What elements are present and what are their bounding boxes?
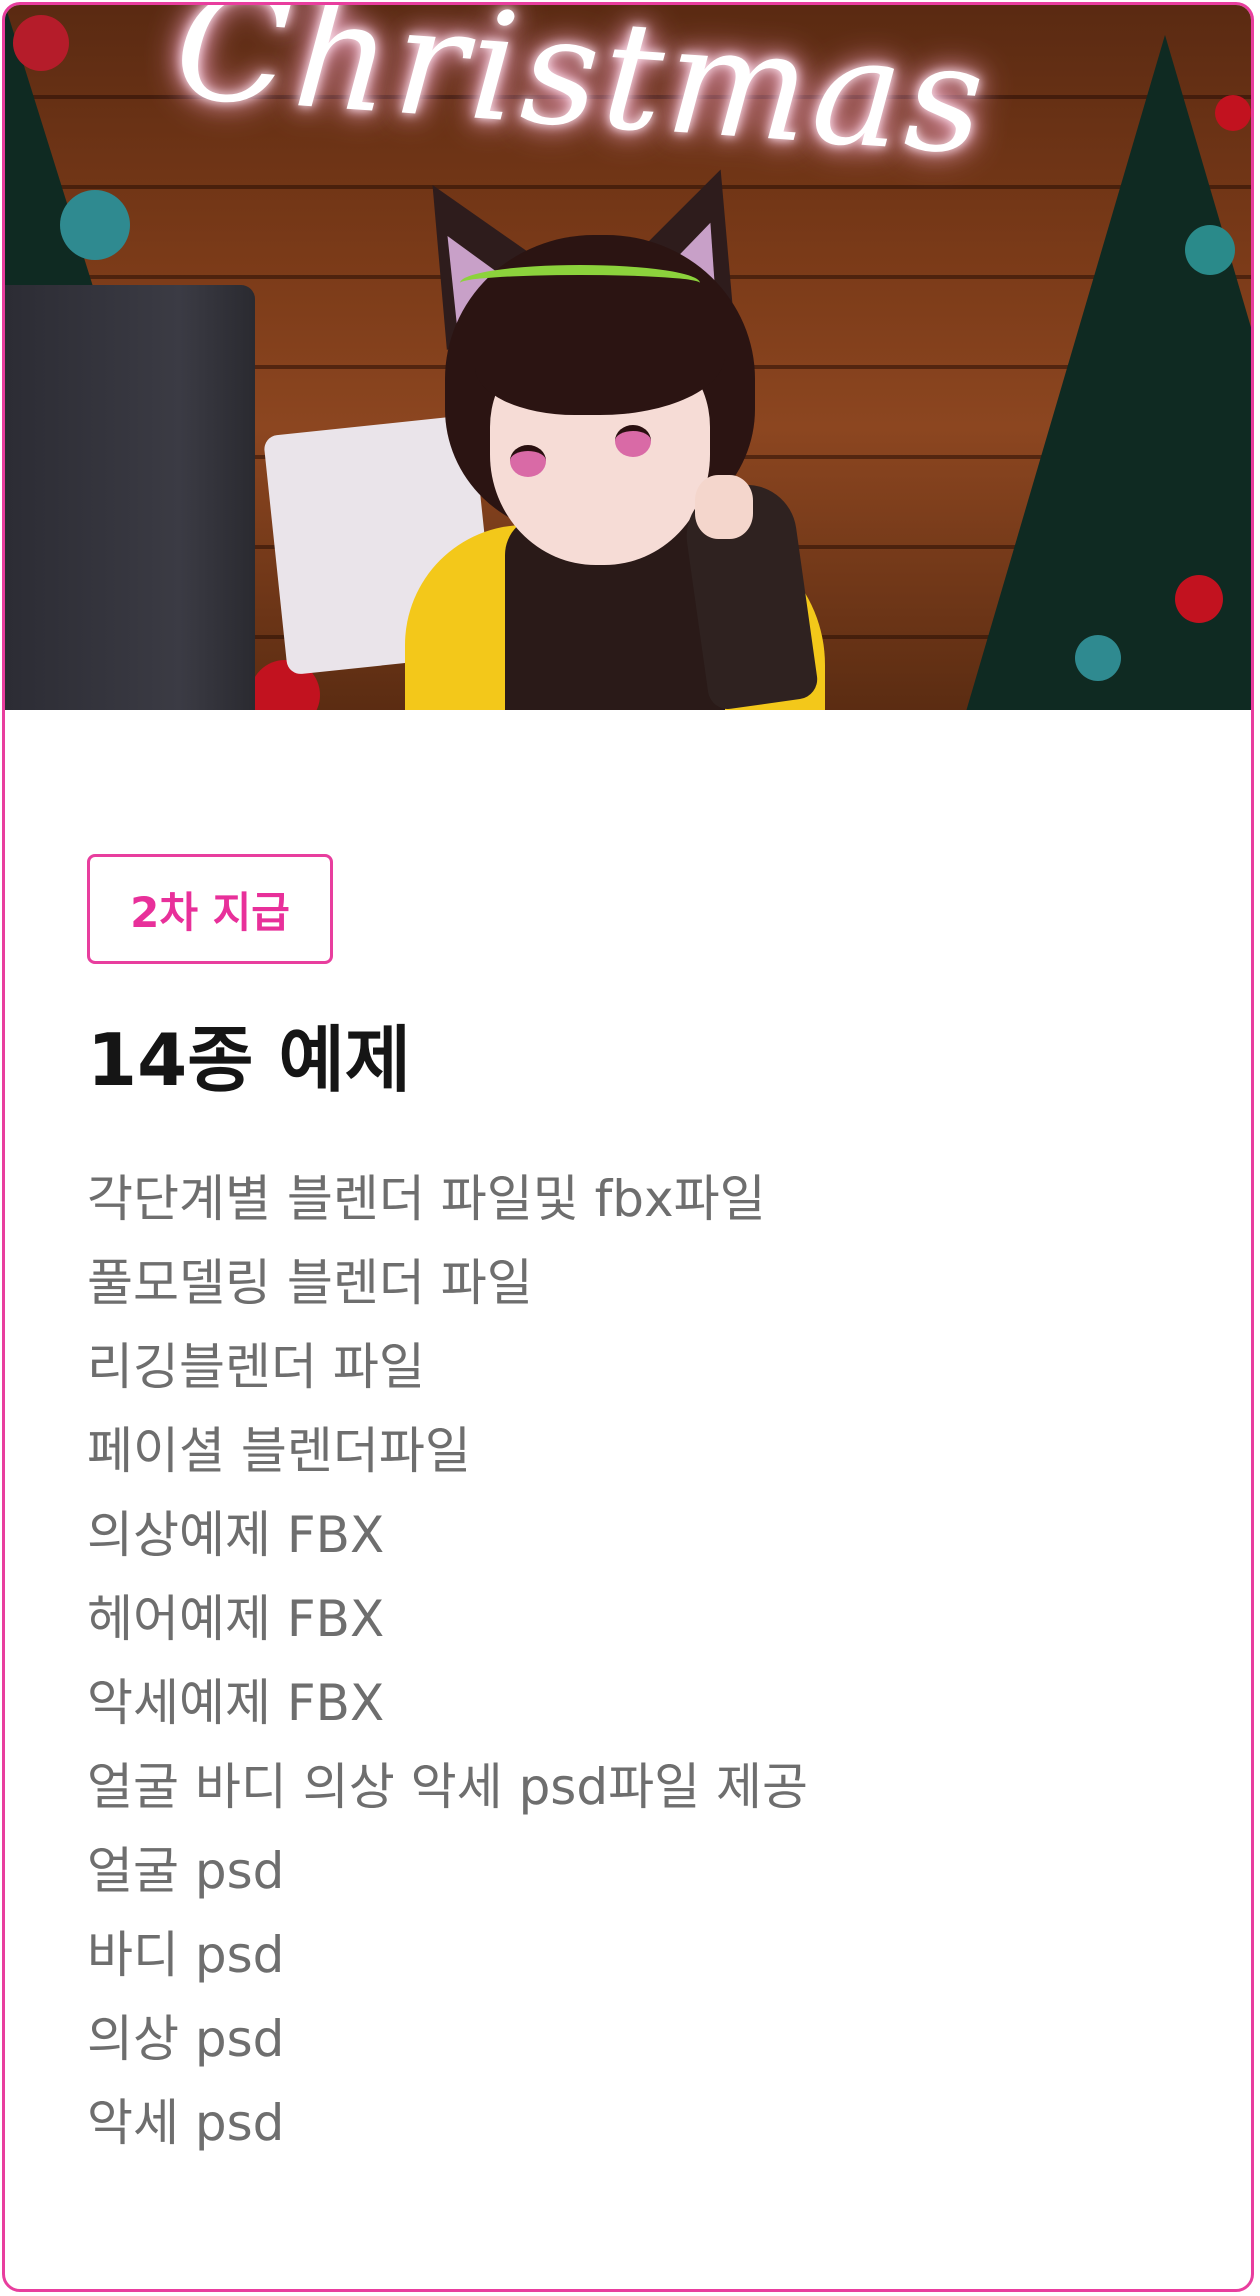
ornament-icon xyxy=(1215,95,1251,131)
list-item: 의상예제 FBX xyxy=(87,1506,385,1564)
hero-image: Christmas xyxy=(5,5,1251,710)
ornament-icon xyxy=(13,15,69,71)
list-item: 얼굴 psd xyxy=(87,1842,285,1900)
ornament-icon xyxy=(1075,635,1121,681)
list-item: 페이셜 블렌더파일 xyxy=(87,1422,471,1480)
list-item: 헤어예제 FBX xyxy=(87,1590,385,1648)
list-item: 의상 psd xyxy=(87,2010,285,2068)
neon-sign-text: Christmas xyxy=(169,5,994,190)
list-item: 리깅블렌더 파일 xyxy=(87,1338,425,1396)
ornament-icon xyxy=(1185,225,1235,275)
ornament-icon xyxy=(60,190,130,260)
tier-badge: 2차 지급 xyxy=(87,854,333,964)
list-item: 풀모델링 블렌더 파일 xyxy=(87,1254,533,1312)
door-panel xyxy=(5,285,255,710)
character-hand xyxy=(695,475,753,539)
product-card: Christmas 2차 지급 14종 예제 각단계별 블렌더 파일및 fbx파… xyxy=(2,2,1254,2292)
card-title: 14종 예제 xyxy=(87,1018,411,1102)
list-item: 각단계별 블렌더 파일및 fbx파일 xyxy=(87,1170,766,1228)
eye-left xyxy=(510,445,546,477)
list-item: 바디 psd xyxy=(87,1926,285,1984)
ornament-icon xyxy=(1175,575,1223,623)
hair-bangs xyxy=(475,295,725,415)
list-item: 악세예제 FBX xyxy=(87,1674,385,1732)
list-item: 악세 psd xyxy=(87,2094,285,2152)
headband xyxy=(460,265,700,301)
eye-right xyxy=(615,425,651,457)
feature-list: 각단계별 블렌더 파일및 fbx파일 풀모델링 블렌더 파일 리깅블렌더 파일 … xyxy=(87,1157,808,2165)
list-item: 얼굴 바디 의상 악세 psd파일 제공 xyxy=(87,1758,808,1816)
